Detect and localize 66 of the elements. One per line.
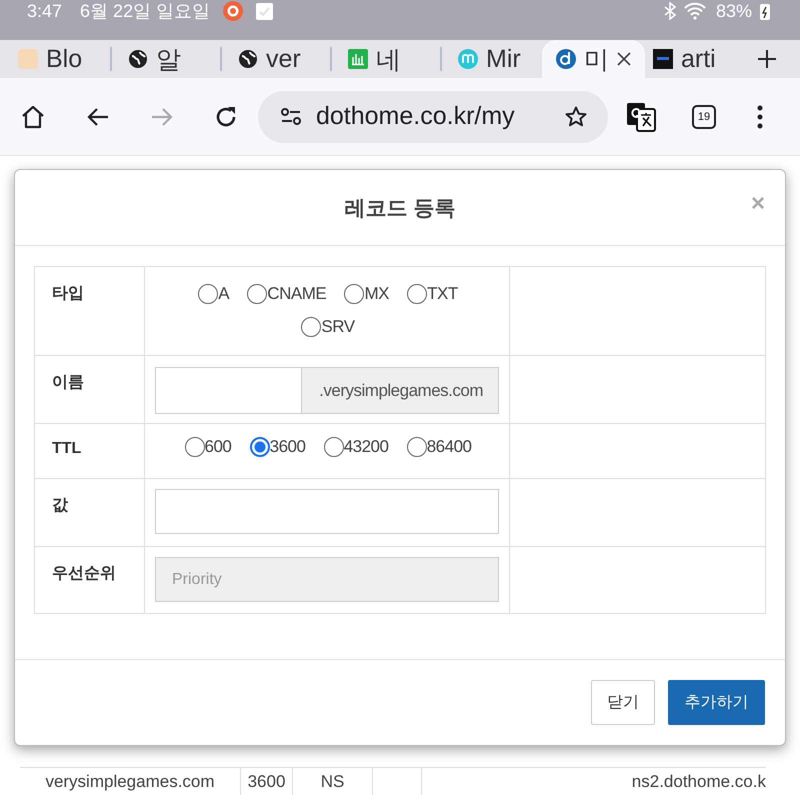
table-cell: verysimplegames.com: [20, 768, 241, 795]
radio-label[interactable]: 43200: [344, 437, 388, 456]
browser-tab[interactable]: arti: [645, 40, 737, 78]
field-label: 이름: [52, 374, 84, 391]
radio-button[interactable]: [184, 437, 205, 457]
browser-tab[interactable]: 네: [340, 40, 432, 78]
radio-button[interactable]: [301, 317, 322, 337]
tab-count-button[interactable]: 19: [692, 104, 716, 128]
letter-d-icon: [556, 49, 576, 69]
browser-tab[interactable]: ver: [230, 40, 322, 78]
radio-button[interactable]: [250, 437, 270, 457]
table-cell-text: ns2.dothome.co.k: [630, 771, 766, 793]
domain-suffix: .verysimplegames.com: [302, 368, 498, 413]
reload-icon[interactable]: [214, 104, 238, 128]
page-icon: [18, 49, 38, 69]
clock: 3:47: [27, 0, 62, 22]
radio-label[interactable]: 3600: [270, 437, 306, 456]
browser-tab[interactable]: 알: [120, 40, 212, 78]
close-icon[interactable]: [617, 52, 631, 66]
recorder-icon: [222, 0, 244, 22]
browser-tab[interactable]: Blo: [10, 40, 102, 78]
add-button[interactable]: 추가하기: [668, 680, 765, 725]
close-dialog-button[interactable]: 닫기: [591, 680, 655, 725]
radio-button[interactable]: [324, 437, 344, 457]
table-cell: NS: [293, 768, 373, 795]
radio-button[interactable]: [407, 284, 428, 304]
browser-tab[interactable]: Mir: [450, 40, 542, 78]
field-label: 우선순위: [52, 565, 116, 582]
battery-level: 83%: [716, 0, 752, 22]
radio-label[interactable]: SRV: [321, 317, 355, 336]
radio-button[interactable]: [247, 284, 268, 304]
home-icon[interactable]: [20, 104, 46, 130]
radio-label[interactable]: 86400: [426, 437, 472, 456]
radio-button[interactable]: [406, 437, 427, 457]
radio-button[interactable]: [344, 284, 364, 304]
radio-label[interactable]: CNAME: [267, 284, 326, 303]
url-text: dothome.co.kr/my: [316, 102, 516, 131]
dialog-title: 레코드 등록: [344, 196, 456, 222]
browser-tab[interactable]: 미: [542, 40, 645, 78]
bluetooth-icon: [664, 2, 676, 20]
radio-label[interactable]: MX: [364, 284, 389, 303]
input-field[interactable]: [155, 489, 499, 534]
menu-icon[interactable]: [756, 104, 764, 128]
name-field[interactable]: .verysimplegames.com: [155, 367, 499, 414]
wifi-icon: [684, 2, 706, 20]
battery-icon: [760, 2, 770, 20]
field-label: 값: [52, 497, 68, 514]
chart-icon: [348, 49, 368, 69]
radio-button[interactable]: [198, 284, 218, 304]
radio-label[interactable]: TXT: [427, 284, 458, 303]
table-cell: 3600: [241, 768, 293, 795]
check-icon: [256, 2, 274, 20]
new-tab-icon[interactable]: [757, 49, 777, 69]
site-icon: [653, 49, 673, 69]
globe-icon: [128, 49, 148, 69]
field-label: 타입: [52, 285, 84, 302]
radio-label[interactable]: A: [218, 284, 230, 303]
letter-m-icon: [458, 49, 478, 69]
star-icon[interactable]: [564, 104, 588, 128]
date: 6월 22일 일요일: [80, 0, 210, 23]
translate-icon[interactable]: [626, 102, 656, 132]
globe-icon: [238, 49, 258, 69]
field-label: TTL: [52, 440, 82, 457]
address-bar[interactable]: dothome.co.kr/my: [258, 90, 608, 142]
radio-label[interactable]: 600: [204, 437, 232, 456]
site-settings-icon[interactable]: [280, 106, 302, 126]
